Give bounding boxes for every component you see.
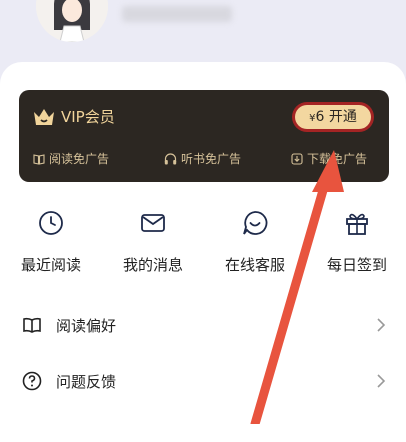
open-label: 开通 <box>328 109 357 125</box>
menu-item-label: 问题反馈 <box>56 372 117 391</box>
vip-card[interactable]: VIP会员 ¥6 开通 阅读免广告 听书免广告 下载免广告 <box>19 90 389 182</box>
username-blurred <box>122 6 232 22</box>
perk-label: 下载免广告 <box>307 152 368 166</box>
price-value: 6 <box>315 109 325 125</box>
headphones-icon <box>164 152 177 164</box>
help-circle-icon <box>22 371 42 391</box>
perk-download-no-ads: 下载免广告 <box>291 150 367 167</box>
vip-title: VIP会员 <box>33 106 115 127</box>
book-icon <box>33 153 45 165</box>
shortcut-daily-checkin[interactable]: 每日签到 <box>312 210 402 275</box>
shortcut-label: 最近阅读 <box>20 256 81 274</box>
avatar[interactable] <box>36 0 108 42</box>
perk-audiobook-no-ads: 听书免广告 <box>164 150 241 167</box>
shortcut-row: 最近阅读 我的消息 在线客服 每日签到 <box>0 210 406 280</box>
mail-icon <box>141 214 165 232</box>
crown-icon <box>34 108 54 125</box>
book-open-icon <box>23 317 41 333</box>
shortcut-recent-reading[interactable]: 最近阅读 <box>6 210 96 275</box>
download-icon <box>291 152 303 165</box>
chevron-right-icon <box>377 374 386 388</box>
perk-reading-no-ads: 阅读免广告 <box>33 150 109 167</box>
menu-item-label: 阅读偏好 <box>56 316 117 335</box>
perk-label: 阅读免广告 <box>49 152 110 166</box>
chevron-right-icon <box>377 318 386 332</box>
shortcut-online-service[interactable]: 在线客服 <box>210 210 300 275</box>
profile-header <box>0 0 406 70</box>
shortcut-my-messages[interactable]: 我的消息 <box>108 210 198 275</box>
clock-icon <box>39 211 63 235</box>
shortcut-label: 每日签到 <box>326 256 387 274</box>
vip-title-label: VIP会员 <box>61 108 115 126</box>
gift-icon <box>346 213 368 235</box>
open-vip-button[interactable]: ¥6 开通 <box>295 105 371 129</box>
menu-item-reading-preferences[interactable]: 阅读偏好 <box>22 305 386 345</box>
perk-label: 听书免广告 <box>181 152 242 166</box>
chat-smile-icon <box>243 211 268 235</box>
menu-item-feedback[interactable]: 问题反馈 <box>22 361 386 401</box>
shortcut-label: 我的消息 <box>122 256 183 274</box>
shortcut-label: 在线客服 <box>224 256 285 274</box>
